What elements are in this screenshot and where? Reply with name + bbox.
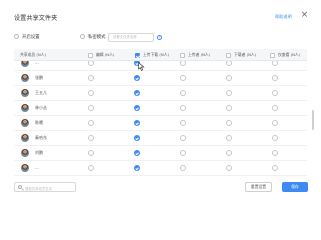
table-row: 王五儿 xyxy=(14,86,307,101)
avatar xyxy=(21,134,29,142)
permission-radio[interactable] xyxy=(272,90,278,96)
private-radio[interactable] xyxy=(80,34,85,39)
search-placeholder: 搜索共享成员名字 xyxy=(25,186,53,191)
share-folder-dialog: 设置共享文件夹 帮助说明 × 开启设置 私密模式 设置文件夹名称 ? 共享成员 … xyxy=(0,0,321,203)
permission-radio[interactable] xyxy=(134,135,140,141)
table-row: 张鹏 xyxy=(14,71,307,86)
search-icon xyxy=(18,185,22,189)
header-checkbox-downloader[interactable] xyxy=(226,53,231,58)
member-name: 刘鹏 xyxy=(35,150,43,155)
permission-radio[interactable] xyxy=(134,120,140,126)
avatar xyxy=(21,164,29,172)
column-header-view-only: 仅查看 (N人) xyxy=(278,52,301,57)
permission-radio[interactable] xyxy=(272,150,278,156)
table-row: ... xyxy=(14,61,307,71)
table-row: 林小丛 xyxy=(14,101,307,116)
table-header: 共享成员 (N人) 编辑 (N人) 上传下载 (N人) 上传者 (N人) 下载者… xyxy=(14,49,307,61)
permission-radio[interactable] xyxy=(226,150,232,156)
permission-radio[interactable] xyxy=(272,75,278,81)
permission-radio[interactable] xyxy=(226,75,232,81)
avatar xyxy=(21,61,29,67)
close-icon[interactable]: × xyxy=(300,11,309,20)
permission-radio[interactable] xyxy=(88,75,94,81)
reset-button[interactable]: 重置设置 xyxy=(245,182,272,192)
avatar xyxy=(21,119,29,127)
member-name: ... xyxy=(35,165,39,170)
column-header-downloader: 下载者 (N人) xyxy=(234,52,257,57)
sync-radio[interactable] xyxy=(14,34,19,39)
permission-radio[interactable] xyxy=(272,120,278,126)
permission-radio[interactable] xyxy=(134,75,140,81)
avatar xyxy=(21,104,29,112)
member-name: ... xyxy=(35,61,39,65)
permission-radio[interactable] xyxy=(180,150,186,156)
permission-radio[interactable] xyxy=(88,90,94,96)
help-link[interactable]: 帮助说明 xyxy=(275,14,292,20)
permission-radio[interactable] xyxy=(88,135,94,141)
avatar xyxy=(21,74,29,82)
permission-radio[interactable] xyxy=(180,105,186,111)
private-label: 私密模式 xyxy=(88,35,106,40)
member-search-input[interactable]: 搜索共享成员名字 xyxy=(14,182,76,192)
column-header-members: 共享成员 (N人) xyxy=(20,52,46,57)
permission-radio[interactable] xyxy=(134,150,140,156)
permission-radio[interactable] xyxy=(88,105,94,111)
dialog-title: 设置共享文件夹 xyxy=(14,15,58,22)
permission-radio[interactable] xyxy=(88,165,94,171)
table-row: 秦哈东 xyxy=(14,131,307,146)
permission-radio[interactable] xyxy=(180,120,186,126)
header-checkbox-edit[interactable] xyxy=(88,53,93,58)
permission-radio[interactable] xyxy=(180,135,186,141)
permission-radio[interactable] xyxy=(180,75,186,81)
permission-radio[interactable] xyxy=(180,90,186,96)
info-icon[interactable]: ? xyxy=(157,35,162,40)
table-body: ... 张鹏王五儿林小丛陈曦秦哈东刘鹏... xyxy=(14,61,307,177)
permission-radio[interactable] xyxy=(272,165,278,171)
folder-name-input[interactable]: 设置文件夹名称 xyxy=(108,33,154,42)
save-button[interactable]: 保存 xyxy=(282,182,308,192)
permission-radio[interactable] xyxy=(272,105,278,111)
sync-label: 开启设置 xyxy=(22,35,40,40)
permission-radio[interactable] xyxy=(134,165,140,171)
column-header-upload-download: 上传下载 (N人) xyxy=(143,52,169,57)
permission-radio[interactable] xyxy=(226,105,232,111)
table-row: 陈曦 xyxy=(14,116,307,131)
column-header-edit: 编辑 (N人) xyxy=(96,52,115,57)
permission-radio[interactable] xyxy=(272,135,278,141)
member-name: 陈曦 xyxy=(35,120,43,125)
permission-radio[interactable] xyxy=(88,61,94,66)
permission-radio[interactable] xyxy=(226,61,232,66)
table-row: 刘鹏 xyxy=(14,146,307,161)
member-name: 林小丛 xyxy=(35,105,47,110)
permission-radio[interactable] xyxy=(88,150,94,156)
permission-radio[interactable] xyxy=(134,105,140,111)
header-checkbox-uploader[interactable] xyxy=(180,53,185,58)
permission-radio[interactable] xyxy=(134,90,140,96)
permission-radio[interactable] xyxy=(88,120,94,126)
column-header-uploader: 上传者 (N人) xyxy=(188,52,211,57)
header-checkbox-upload-download[interactable] xyxy=(135,53,140,58)
scrollbar[interactable] xyxy=(312,110,314,130)
permissions-table: 共享成员 (N人) 编辑 (N人) 上传下载 (N人) 上传者 (N人) 下载者… xyxy=(14,49,307,177)
permission-radio[interactable] xyxy=(180,165,186,171)
member-name: 秦哈东 xyxy=(35,135,47,140)
permission-radio[interactable] xyxy=(226,90,232,96)
permission-radio[interactable] xyxy=(180,61,186,66)
member-name: 王五儿 xyxy=(35,90,47,95)
table-row: ... xyxy=(14,161,307,176)
permission-radio[interactable] xyxy=(226,165,232,171)
permission-radio[interactable] xyxy=(272,61,278,66)
member-name: 张鹏 xyxy=(35,75,43,80)
dialog-header: 设置共享文件夹 帮助说明 × xyxy=(0,0,321,26)
mouse-cursor-icon xyxy=(138,62,145,71)
avatar xyxy=(21,149,29,157)
header-checkbox-view-only[interactable] xyxy=(270,53,275,58)
permission-radio[interactable] xyxy=(226,135,232,141)
permission-radio[interactable] xyxy=(226,120,232,126)
avatar xyxy=(21,89,29,97)
